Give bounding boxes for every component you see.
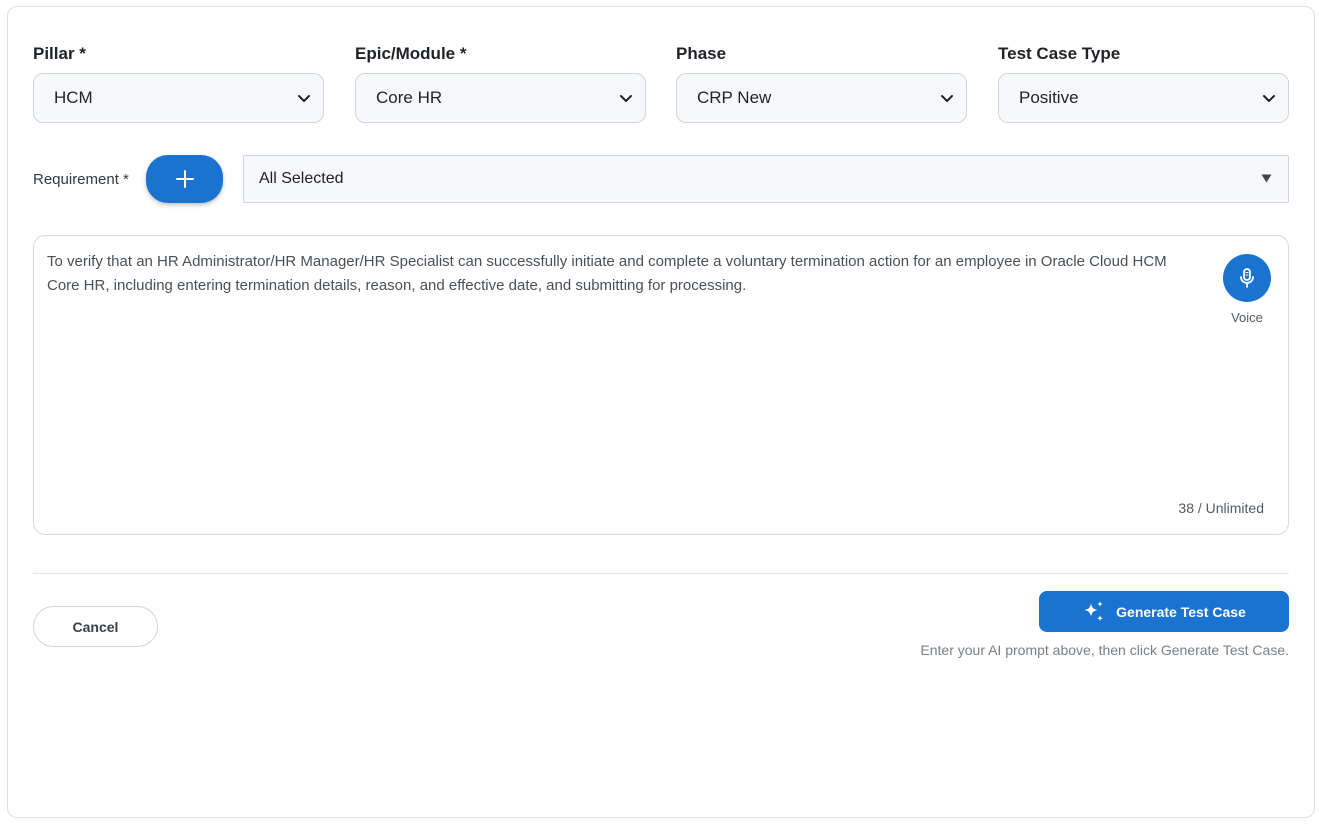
- prompt-text[interactable]: To verify that an HR Administrator/HR Ma…: [47, 250, 1197, 298]
- character-counter: 38 / Unlimited: [1178, 500, 1264, 516]
- cancel-button[interactable]: Cancel: [33, 606, 158, 647]
- divider: [33, 573, 1289, 574]
- epic-module-label: Epic/Module *: [355, 44, 467, 63]
- voice-input-button[interactable]: [1223, 254, 1271, 302]
- requirement-multiselect[interactable]: All Selected: [243, 155, 1289, 203]
- caret-down-icon: [1261, 174, 1272, 183]
- sparkles-icon: [1084, 600, 1104, 621]
- add-requirement-button[interactable]: [146, 155, 223, 203]
- pillar-label: Pillar *: [33, 44, 86, 63]
- chevron-down-icon: [620, 95, 632, 102]
- chevron-down-icon: [298, 95, 310, 102]
- requirement-label: Requirement *: [33, 171, 129, 188]
- chevron-down-icon: [1263, 95, 1275, 102]
- epic-module-value: Core HR: [376, 88, 443, 107]
- generate-test-case-button[interactable]: Generate Test Case: [1039, 591, 1289, 632]
- generate-label: Generate Test Case: [1116, 603, 1246, 620]
- voice-label: Voice: [1231, 310, 1263, 325]
- plus-icon: [175, 170, 194, 188]
- test-case-type-select[interactable]: Positive: [998, 73, 1289, 123]
- pillar-value: HCM: [54, 88, 93, 107]
- generate-hint: Enter your AI prompt above, then click G…: [920, 642, 1289, 658]
- phase-value: CRP New: [697, 88, 772, 107]
- microphone-icon: [1240, 268, 1254, 288]
- phase-select[interactable]: CRP New: [676, 73, 967, 123]
- epic-module-select[interactable]: Core HR: [355, 73, 646, 123]
- test-case-type-value: Positive: [1019, 88, 1079, 107]
- chevron-down-icon: [941, 95, 953, 102]
- test-case-type-label: Test Case Type: [998, 44, 1121, 63]
- ai-prompt-textarea[interactable]: To verify that an HR Administrator/HR Ma…: [33, 235, 1289, 535]
- requirement-value: All Selected: [259, 170, 344, 187]
- pillar-select[interactable]: HCM: [33, 73, 324, 123]
- phase-label: Phase: [676, 44, 727, 63]
